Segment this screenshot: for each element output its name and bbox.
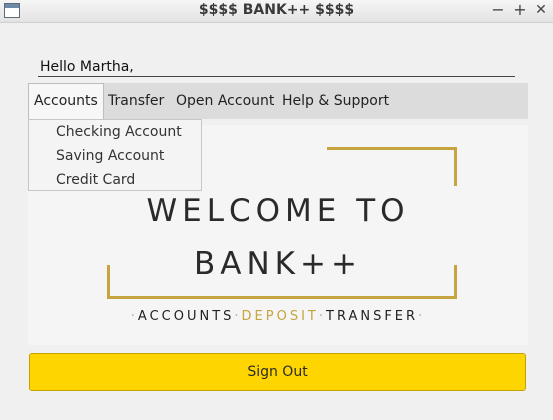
banner-frame-bottom bbox=[107, 296, 457, 299]
menu-bar: Accounts Transfer Open Account Help & Su… bbox=[28, 83, 528, 119]
tagline-dot: · bbox=[234, 309, 242, 324]
tagline-dot: · bbox=[130, 309, 138, 324]
tagline-transfer: TRANSFER bbox=[326, 309, 419, 324]
accounts-dropdown: Checking Account Saving Account Credit C… bbox=[28, 119, 202, 191]
title-bar: $$$$ BANK++ $$$$ − + ✕ bbox=[0, 0, 553, 23]
menu-transfer[interactable]: Transfer bbox=[108, 83, 164, 119]
banner-welcome-line: WELCOME TO bbox=[146, 193, 410, 229]
banner-tagline: ·ACCOUNTS·DEPOSIT·TRANSFER· bbox=[28, 309, 528, 324]
sign-out-button[interactable]: Sign Out bbox=[29, 353, 526, 391]
tagline-dot: · bbox=[318, 309, 327, 324]
banner-bank-line: BANK++ bbox=[194, 246, 362, 282]
menu-help-support[interactable]: Help & Support bbox=[282, 83, 389, 119]
banner-frame-right-top bbox=[454, 147, 457, 186]
dropdown-credit-card[interactable]: Credit Card bbox=[29, 168, 201, 192]
window-title: $$$$ BANK++ $$$$ bbox=[198, 2, 355, 18]
tagline-dot: · bbox=[418, 309, 426, 324]
tagline-accounts: ACCOUNTS bbox=[137, 309, 235, 324]
dropdown-checking-account[interactable]: Checking Account bbox=[29, 120, 201, 144]
maximize-button[interactable]: + bbox=[510, 0, 530, 22]
menu-open-account[interactable]: Open Account bbox=[176, 83, 274, 119]
dropdown-saving-account[interactable]: Saving Account bbox=[29, 144, 201, 168]
tagline-deposit: DEPOSIT bbox=[241, 309, 319, 324]
banner-frame-top bbox=[327, 147, 457, 150]
minimize-button[interactable]: − bbox=[488, 0, 508, 22]
greeting-label: Hello Martha, bbox=[38, 58, 515, 77]
close-button[interactable]: ✕ bbox=[531, 0, 551, 22]
menu-accounts[interactable]: Accounts bbox=[28, 83, 104, 119]
